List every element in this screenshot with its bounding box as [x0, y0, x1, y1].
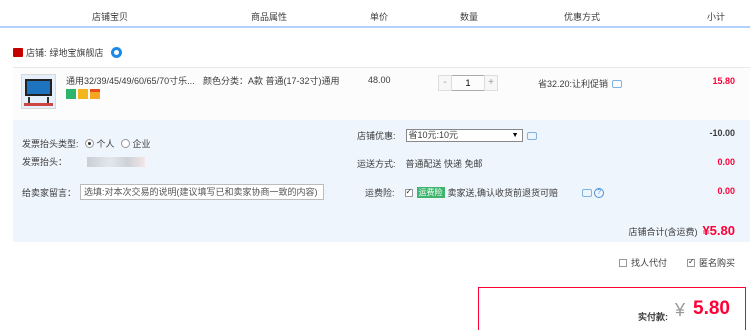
seven-day-return-icon: [66, 89, 76, 99]
promo-text: 省32.20:让利促销: [538, 79, 609, 89]
order-options: 找人代付 匿名购买: [618, 256, 735, 269]
column-header: 店铺宝贝 商品属性 单价 数量 优惠方式 小计: [0, 0, 750, 28]
order-info-panel: 发票抬头类型: 个人 企业 发票抬头： 给卖家留言： 选填:对本次交易的说明(建…: [13, 120, 750, 242]
radio-personal[interactable]: [84, 139, 94, 148]
qty-increase-button[interactable]: +: [484, 75, 498, 91]
col-attr: 商品属性: [251, 12, 288, 22]
shop-total: 店铺合计(含运费) ¥5.80: [628, 223, 735, 238]
insurance-tag: 运费险: [416, 187, 445, 198]
help-icon[interactable]: ?: [594, 187, 605, 198]
item-unit-price: 48.00: [368, 75, 391, 85]
wangwang-chat-icon[interactable]: [110, 47, 122, 58]
proxy-pay-label[interactable]: 找人代付: [631, 256, 667, 269]
invoice-title-row: 发票抬头：: [22, 155, 146, 168]
proxy-pay-checkbox[interactable]: [618, 258, 627, 267]
shop-discount-select[interactable]: 省10元:10元: [405, 129, 523, 142]
shipping-row: 运送方式: 普通配送 快递 免邮: [357, 157, 483, 170]
shop-line: 店铺: 绿地宝旗舰店: [13, 46, 122, 59]
comment-icon[interactable]: [582, 188, 593, 197]
service-icons: [66, 89, 100, 99]
shop-discount-value: -10.00: [709, 128, 735, 138]
insurance-checkbox[interactable]: [404, 187, 413, 197]
anonymous-option[interactable]: 匿名购买: [686, 256, 735, 269]
radio-company-label[interactable]: 企业: [133, 137, 151, 150]
item-thumbnail[interactable]: [21, 74, 56, 109]
memo-row: 给卖家留言： 选填:对本次交易的说明(建议填写已和卖家协商一致的内容): [22, 184, 325, 200]
tmall-icon: [13, 48, 23, 57]
insurance-row: 运费险: 运费险 卖家送,确认收货前退货可赔 ?: [365, 186, 605, 199]
credit-card-icon: [90, 89, 100, 99]
item-subtotal: 15.80: [712, 76, 735, 86]
insurance-label: 运费险:: [365, 188, 395, 198]
anonymous-checkbox[interactable]: [686, 257, 695, 267]
col-price: 单价: [370, 12, 389, 22]
invoice-title-label: 发票抬头：: [22, 157, 68, 167]
invoice-title-value-blurred: [87, 156, 146, 167]
memo-label: 给卖家留言：: [22, 187, 77, 198]
col-qty: 数量: [460, 12, 479, 22]
pay-amount: 5.80: [693, 298, 730, 319]
invoice-type-label: 发票抬头类型:: [22, 139, 79, 149]
pay-summary-box: 实付款: ¥ 5.80: [478, 287, 746, 330]
quantity-stepper: - 1 +: [438, 75, 498, 91]
shop-name-link[interactable]: 绿地宝旗舰店: [50, 46, 104, 59]
shipping-value: 0.00: [717, 157, 735, 167]
pay-currency: ¥: [675, 300, 686, 320]
guarantee-icon: [78, 89, 88, 99]
memo-input[interactable]: 选填:对本次交易的说明(建议填写已和卖家协商一致的内容): [80, 184, 325, 200]
col-item: 店铺宝贝: [92, 12, 129, 22]
col-subtotal: 小计: [707, 12, 726, 22]
item-promo: 省32.20:让利促销: [538, 77, 623, 90]
shop-discount-label: 店铺优惠:: [357, 131, 396, 141]
qty-input[interactable]: 1: [452, 75, 484, 91]
comment-icon[interactable]: [612, 79, 623, 88]
item-title-link[interactable]: 通用32/39/45/49/60/65/70寸乐...: [66, 75, 198, 87]
comment-icon[interactable]: [526, 131, 537, 140]
pay-label: 实付款:: [638, 312, 668, 322]
anonymous-label[interactable]: 匿名购买: [699, 256, 735, 269]
radio-personal-label[interactable]: 个人: [97, 137, 115, 150]
shop-total-value: ¥5.80: [702, 223, 735, 238]
insurance-value: 0.00: [717, 186, 735, 196]
item-attribute: 颜色分类：A款 普通(17-32寸)通用: [203, 76, 340, 86]
qty-decrease-button[interactable]: -: [438, 75, 452, 91]
shipping-label: 运送方式:: [357, 159, 396, 169]
radio-company[interactable]: [120, 139, 130, 148]
shop-total-label: 店铺合计(含运费): [628, 227, 698, 237]
cart-item-row: 通用32/39/45/49/60/65/70寸乐... 颜色分类：A款 普通(1…: [13, 67, 750, 120]
invoice-type-row: 发票抬头类型: 个人 企业: [22, 137, 151, 150]
shop-discount-row: 店铺优惠: 省10元:10元: [357, 129, 537, 142]
shop-prefix: 店铺:: [26, 48, 47, 58]
shipping-method: 普通配送 快递 免邮: [405, 159, 483, 169]
col-promo: 优惠方式: [564, 12, 601, 22]
insurance-text: 卖家送,确认收货前退货可赔: [447, 188, 559, 198]
proxy-pay-option[interactable]: 找人代付: [618, 256, 667, 269]
